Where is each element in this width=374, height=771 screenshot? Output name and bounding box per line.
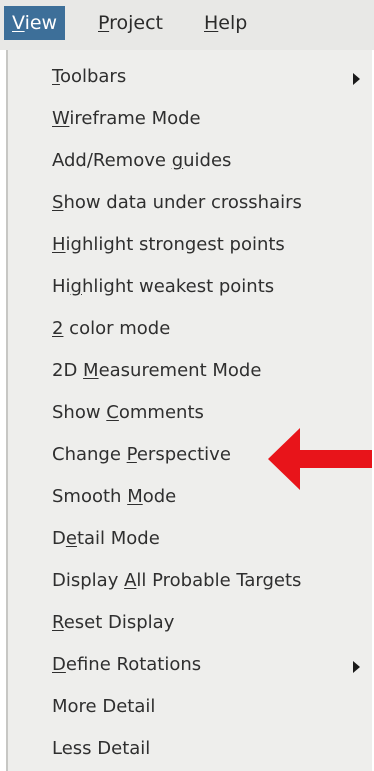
menu-item-text: efine Rotations: [65, 654, 202, 675]
menu-item-mnemonic: H: [52, 234, 66, 255]
menu-item-text: ireframe Mode: [69, 108, 201, 129]
menu-project[interactable]: Project: [90, 6, 171, 40]
menu-item-text: color mode: [63, 318, 171, 339]
menu-project-mnemonic: P: [98, 12, 110, 34]
menu-item-text: uides: [183, 150, 232, 171]
menu-item-define-rotations[interactable]: Define Rotations: [52, 647, 370, 683]
menu-item-more-detail[interactable]: More Detail: [52, 689, 370, 725]
menu-view-label: iew: [24, 12, 58, 34]
menu-item-less-detail[interactable]: Less Detail: [52, 731, 370, 767]
red-pointer-arrow-shape: [268, 428, 372, 490]
menu-item-mnemonic: R: [52, 612, 64, 633]
menu-item-text: eset Display: [63, 612, 175, 633]
menu-item-mnemonic: S: [52, 192, 64, 213]
menu-item-text: how data under crosshairs: [63, 192, 302, 213]
menu-item-mnemonic: D: [52, 654, 66, 675]
menu-help-label: elp: [218, 12, 248, 34]
menu-item-text: Add/Remove: [52, 150, 172, 171]
menu-item-mnemonic: g: [70, 276, 82, 297]
menu-item-highlight-weakest-points[interactable]: Highlight weakest points: [52, 269, 370, 305]
menu-item-mnemonic: M: [83, 360, 99, 381]
menu-item-show-data-under-crosshairs[interactable]: Show data under crosshairs: [52, 185, 370, 221]
menu-item-text: Smooth: [52, 486, 128, 507]
menu-item-detail-mode[interactable]: Detail Mode: [52, 521, 370, 557]
menu-item-text: Less Detail: [52, 738, 151, 759]
menu-item-text: 2D: [52, 360, 84, 381]
menu-item-text: ode: [142, 486, 177, 507]
menu-item-text: tail Mode: [76, 528, 160, 549]
menu-item-text: ll Probable Targets: [136, 570, 302, 591]
menu-help[interactable]: Help: [196, 6, 255, 40]
menu-item-mnemonic: g: [171, 150, 184, 171]
menu-item-add-remove-guides[interactable]: Add/Remove guides: [52, 143, 370, 179]
menu-item-text: Display: [52, 570, 125, 591]
submenu-arrow-icon: [353, 661, 360, 673]
menu-item-reset-display[interactable]: Reset Display: [52, 605, 370, 641]
menu-item-text: omments: [118, 402, 204, 423]
menu-project-label: roject: [109, 12, 164, 34]
menu-item-mnemonic: e: [65, 528, 77, 549]
menu-item-text: easurement Mode: [98, 360, 262, 381]
menu-item-text: hlight weakest points: [81, 276, 275, 297]
menu-item-mnemonic: T: [52, 66, 60, 87]
menu-item-mnemonic: 2: [52, 318, 64, 339]
red-pointer-arrow-icon: [268, 428, 372, 490]
menu-view[interactable]: View: [4, 6, 66, 40]
view-menu-dropdown: Toolbars Wireframe Mode Add/Remove guide…: [6, 50, 372, 771]
menu-help-mnemonic: H: [204, 12, 219, 34]
menu-item-mnemonic: P: [126, 444, 137, 465]
menu-item-text: Change: [52, 444, 127, 465]
menu-item-mnemonic: C: [106, 402, 119, 423]
menu-item-mnemonic: M: [127, 486, 143, 507]
menu-bar: View Project Help: [0, 0, 374, 50]
menu-item-2d-measurement-mode[interactable]: 2D Measurement Mode: [52, 353, 370, 389]
submenu-arrow-icon: [353, 73, 360, 85]
menu-item-text: More Detail: [52, 696, 156, 717]
menu-view-mnemonic: V: [12, 12, 25, 34]
menu-item-2-color-mode[interactable]: 2 color mode: [52, 311, 370, 347]
menu-item-text: Show: [52, 402, 107, 423]
menu-item-toolbars[interactable]: Toolbars: [52, 59, 370, 95]
menu-item-text: oolbars: [59, 66, 127, 87]
menu-item-text: D: [52, 528, 66, 549]
menu-item-text: ighlight strongest points: [65, 234, 285, 255]
menu-item-text: erspective: [136, 444, 231, 465]
menu-item-text: Hi: [52, 276, 71, 297]
menu-item-display-all-probable-targets[interactable]: Display All Probable Targets: [52, 563, 370, 599]
menu-item-highlight-strongest-points[interactable]: Highlight strongest points: [52, 227, 370, 263]
menu-item-mnemonic: A: [124, 570, 137, 591]
menu-item-mnemonic: W: [52, 108, 70, 129]
menu-item-wireframe-mode[interactable]: Wireframe Mode: [52, 101, 370, 137]
